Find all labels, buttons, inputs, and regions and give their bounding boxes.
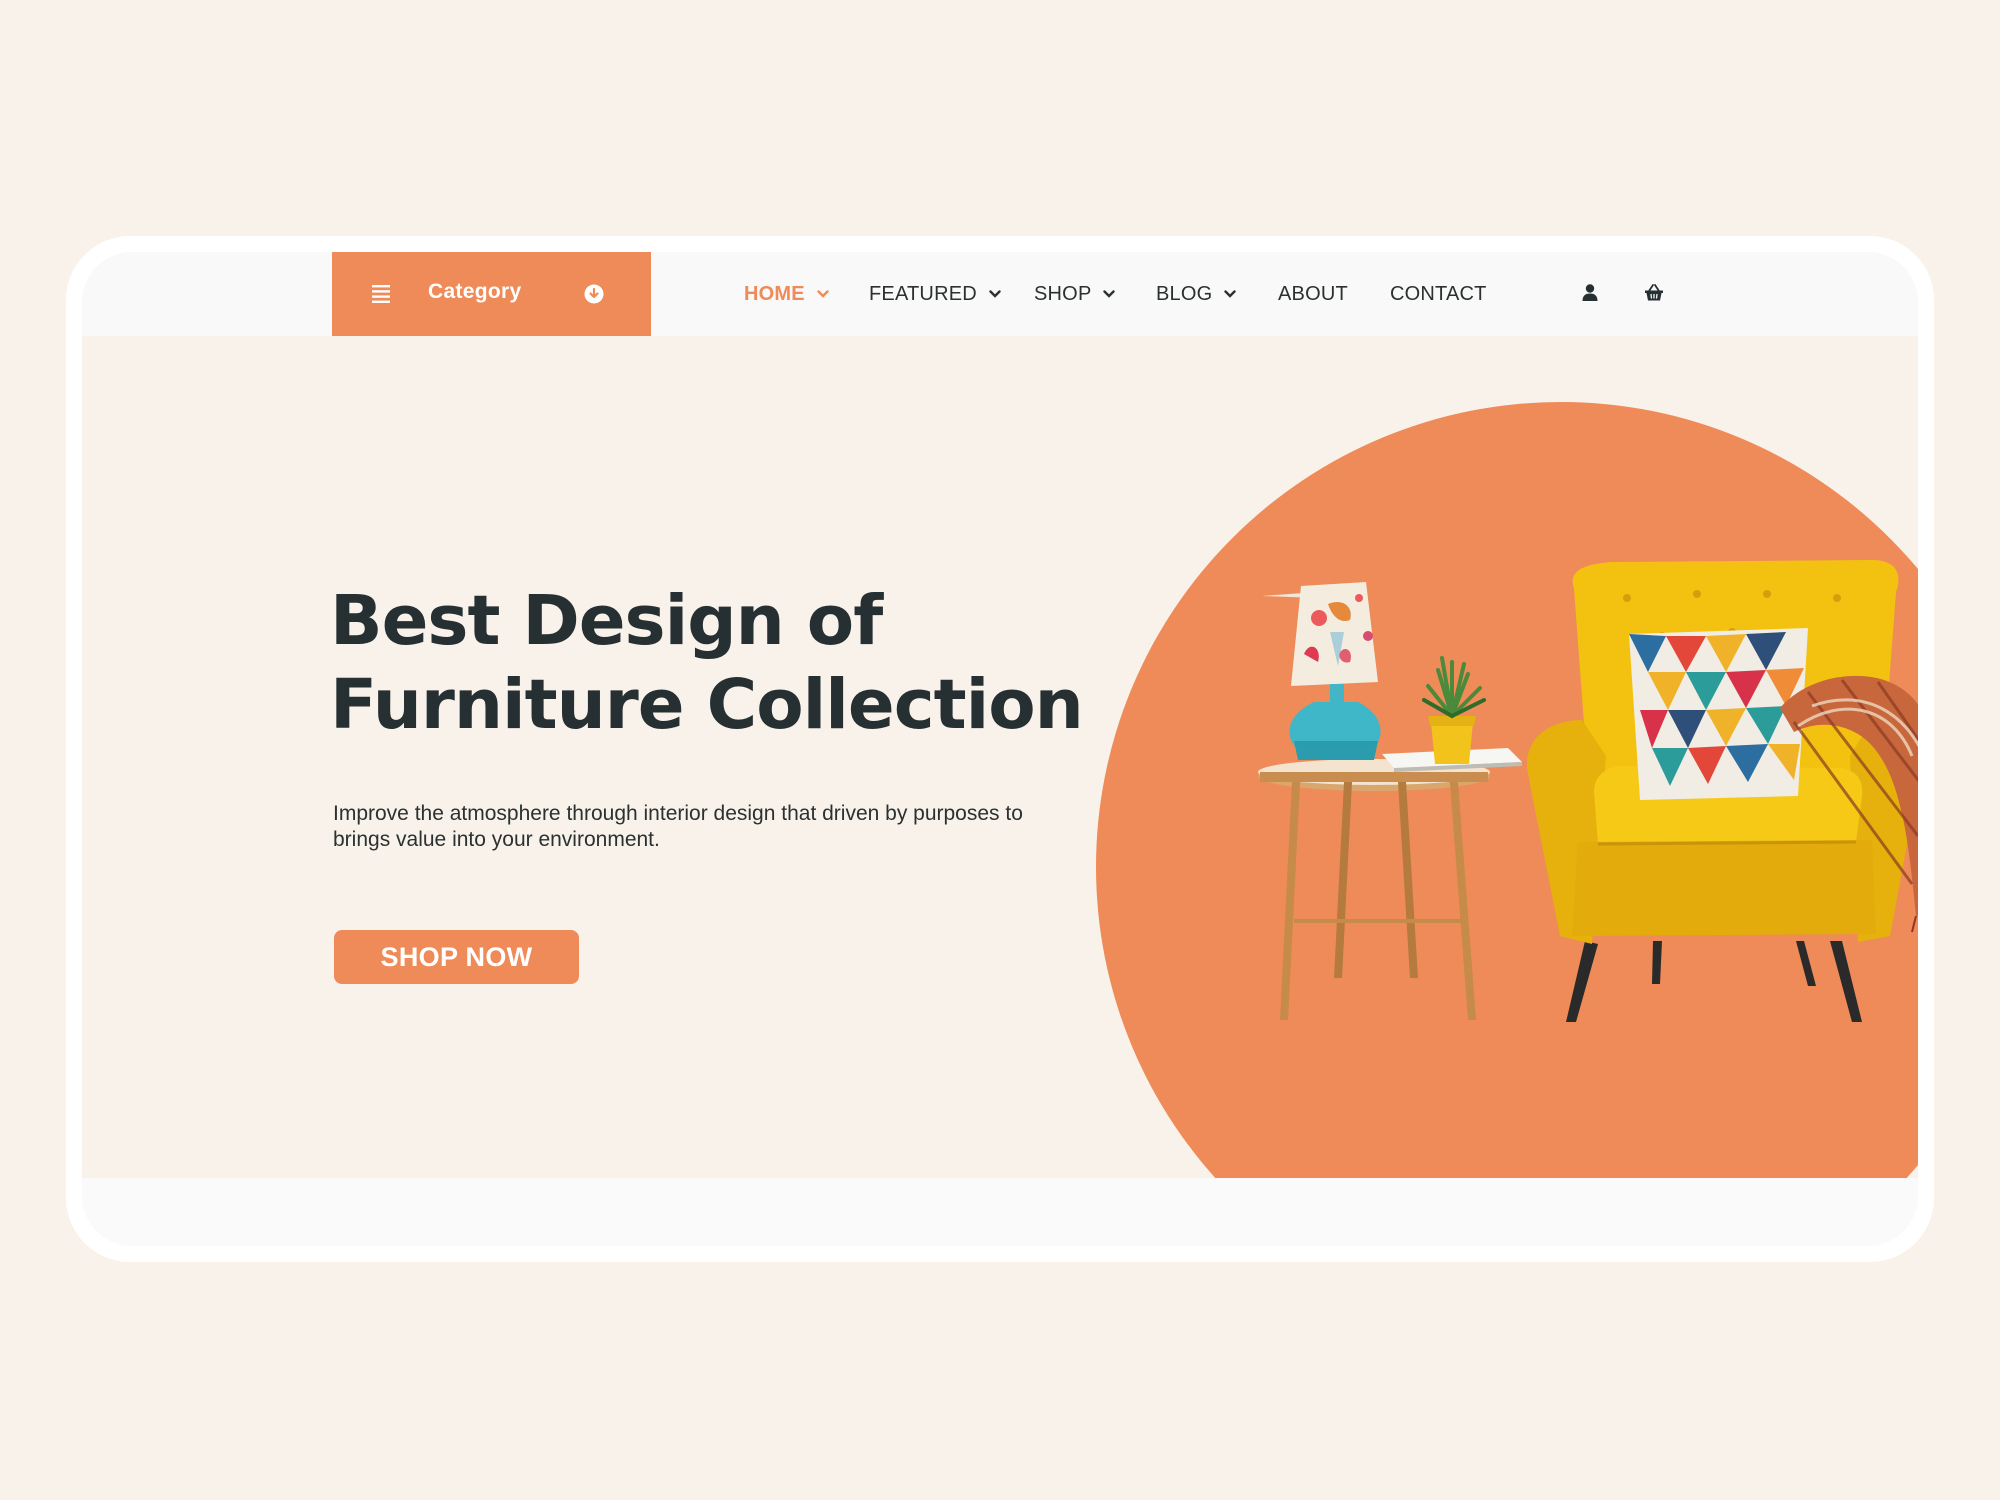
nav-item-label: CONTACT bbox=[1390, 282, 1487, 305]
nav-item-blog[interactable]: BLOG bbox=[1156, 282, 1237, 306]
side-table bbox=[1258, 759, 1490, 1020]
chevron-down-icon bbox=[817, 290, 829, 298]
nav-item-about[interactable]: ABOUT bbox=[1278, 282, 1348, 306]
table-lamp bbox=[1262, 582, 1381, 760]
dropdown-circle-icon bbox=[584, 284, 604, 304]
nav-item-label: HOME bbox=[744, 282, 805, 305]
nav-item-featured[interactable]: FEATURED bbox=[869, 282, 1001, 306]
furniture-illustration bbox=[1258, 560, 1918, 1022]
nav-item-label: ABOUT bbox=[1278, 282, 1348, 305]
hero-section: Best Design of Furniture Collection Impr… bbox=[82, 336, 1918, 1178]
chevron-down-icon bbox=[1103, 290, 1116, 298]
potted-plant bbox=[1422, 656, 1486, 764]
menu-icon bbox=[372, 285, 390, 303]
basket-icon[interactable] bbox=[1643, 282, 1665, 304]
patterned-cushion bbox=[1629, 628, 1808, 800]
chevron-down-icon bbox=[1224, 290, 1237, 298]
top-navbar: Category HOME FEATURED SHOP BLOG ABOUT C… bbox=[82, 252, 1918, 336]
footer-band bbox=[82, 1178, 1918, 1246]
category-dropdown[interactable]: Category bbox=[332, 252, 651, 336]
nav-item-label: BLOG bbox=[1156, 282, 1213, 305]
nav-item-label: FEATURED bbox=[869, 282, 977, 305]
nav-item-home[interactable]: HOME bbox=[744, 282, 829, 306]
browser-screen: Category HOME FEATURED SHOP BLOG ABOUT C… bbox=[82, 252, 1918, 1246]
chevron-down-icon bbox=[989, 290, 1001, 298]
user-icon[interactable] bbox=[1579, 282, 1601, 304]
category-label: Category bbox=[428, 280, 522, 303]
nav-item-contact[interactable]: CONTACT bbox=[1390, 282, 1487, 306]
nav-item-label: SHOP bbox=[1034, 282, 1092, 305]
nav-item-shop[interactable]: SHOP bbox=[1034, 282, 1116, 306]
